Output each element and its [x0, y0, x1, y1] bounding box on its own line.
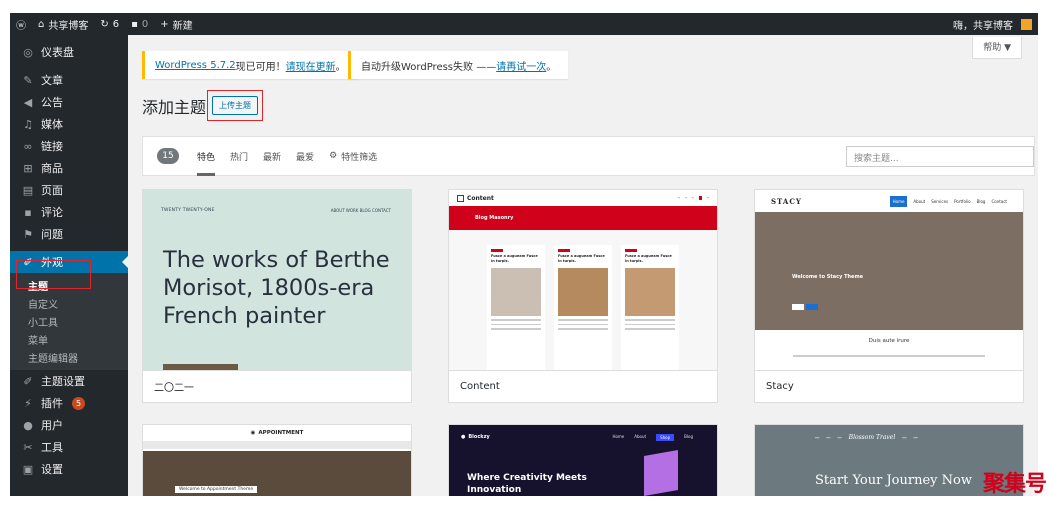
theme-name: Stacy: [755, 370, 1023, 402]
updates-icon: ↻: [100, 18, 109, 30]
sidebar-item-users[interactable]: ● 用户: [10, 414, 128, 436]
cart-icon: ⊞: [23, 161, 33, 175]
settings-icon: ▣: [22, 462, 34, 476]
comments-link[interactable]: ▪ 0: [125, 13, 154, 35]
admin-bar: ⓦ ⌂ 共享博客 ↻ 6 ▪ 0 + 新建 嗨，共享博客: [10, 13, 1038, 35]
blockzy-logo-icon: ●: [461, 434, 466, 440]
sidebar-item-posts[interactable]: ✎ 文章: [10, 69, 128, 91]
plugin-icon: ⚡: [24, 396, 32, 410]
submenu-theme-editor[interactable]: 主题编辑器: [10, 348, 128, 366]
tab-popular[interactable]: 热门: [230, 136, 248, 176]
pin-icon: ✎: [23, 73, 33, 87]
my-account-link[interactable]: 嗨，共享博客: [947, 13, 1038, 35]
help-button[interactable]: 帮助 ▼: [972, 37, 1022, 59]
updates-link[interactable]: ↻ 6: [94, 13, 125, 35]
tab-featured[interactable]: 特色: [197, 136, 216, 176]
autoupdate-failed-text: 自动升级WordPress失败 ——: [361, 61, 497, 73]
page-icon: ▤: [22, 183, 34, 197]
new-label: 新建: [172, 20, 193, 32]
comment-icon: ▪: [131, 18, 138, 30]
content-logo-icon: [457, 194, 464, 202]
theme-name: 二〇二一: [143, 370, 411, 402]
sidebar-item-dashboard[interactable]: ◎ 仪表盘: [10, 41, 128, 63]
theme-card-blockzy[interactable]: ● Blockzy Home About Shop Blog Where Crea…: [448, 424, 718, 496]
update-notice: WordPress 5.7.2 现已可用！ 请现在更新 。: [142, 51, 358, 79]
theme-card-content[interactable]: Content ━ ━ ━ ━━ ━ Blog Masonry Fusce a augue…: [448, 189, 718, 403]
comment-icon: ▪: [24, 205, 32, 219]
sidebar-item-comments[interactable]: ▪ 评论: [10, 201, 128, 223]
main-content: 帮助 ▼ WordPress 5.7.2 现已可用！ 请现在更新 。 自动升级W…: [128, 35, 1038, 496]
search-themes-input[interactable]: 搜索主题...: [846, 146, 1034, 167]
theme-screenshot: Content ━ ━ ━ ━━ ━ Blog Masonry Fusce a augue…: [449, 190, 717, 370]
megaphone-icon: ◀: [23, 95, 33, 109]
tab-favorites[interactable]: 最爱: [296, 136, 314, 176]
tab-latest[interactable]: 最新: [263, 136, 281, 176]
theme-card-appointment[interactable]: ◉ APPOINTMENT Welcome to Appointment Them…: [142, 424, 412, 496]
sidebar-item-settings[interactable]: ▣ 设置: [10, 458, 128, 480]
sidebar-item-links[interactable]: ∞ 链接: [10, 135, 128, 157]
comments-count: 0: [141, 18, 149, 30]
plus-icon: +: [160, 18, 169, 30]
dashboard-icon: ◎: [23, 45, 33, 59]
greeting: 嗨，共享博客: [953, 20, 1013, 32]
wrench-icon: ✂: [23, 440, 33, 454]
sidebar-item-tools[interactable]: ✂ 工具: [10, 436, 128, 458]
new-content-link[interactable]: + 新建: [154, 13, 198, 35]
submenu-customize[interactable]: 自定义: [10, 294, 128, 312]
sidebar-item-products[interactable]: ⊞ 商品: [10, 157, 128, 179]
plugin-update-badge: 5: [72, 396, 85, 410]
theme-name: Content: [449, 370, 717, 402]
avatar: [1021, 18, 1032, 30]
submenu-widgets[interactable]: 小工具: [10, 312, 128, 330]
wordpress-version-link[interactable]: WordPress 5.7.2: [155, 60, 236, 71]
sidebar-item-media[interactable]: ♫ 媒体: [10, 113, 128, 135]
appointment-logo-icon: ◉: [250, 430, 256, 436]
home-icon: ⌂: [38, 18, 45, 30]
theme-card-stacy[interactable]: STACY Home About Services Portfolio Blog…: [754, 189, 1024, 403]
theme-screenshot: TWENTY TWENTY-ONE ABOUT WORK BLOG CONTAC…: [143, 190, 411, 370]
update-now-link[interactable]: 请现在更新: [286, 58, 336, 73]
flag-icon: ⚑: [23, 227, 33, 241]
page-title: 添加主题: [142, 98, 207, 117]
tab-feature-filter[interactable]: ⚙ 特性筛选: [329, 136, 377, 176]
retry-link[interactable]: 请再试一次: [496, 58, 546, 73]
sidebar-item-theme-settings[interactable]: ✐ 主题设置: [10, 370, 128, 392]
theme-card-twentytwentyone[interactable]: TWENTY TWENTY-ONE ABOUT WORK BLOG CONTAC…: [142, 189, 412, 403]
admin-sidebar: ◎ 仪表盘 ✎ 文章 ◀ 公告 ♫ 媒体 ∞ 链接 ⊞ 商品 ▤ 页面 ▪ 评论 ⚑ 问题 ✐ 外观…: [10, 35, 128, 496]
watermark: 聚集号: [982, 472, 1047, 497]
media-icon: ♫: [23, 117, 33, 131]
site-name: 共享博客: [48, 20, 89, 32]
preview-headline: The works of Berthe Morisot, 1800s-era F…: [163, 247, 390, 329]
theme-count: 15: [157, 148, 179, 164]
sidebar-item-plugins[interactable]: ⚡ 插件 5: [10, 392, 128, 414]
brush-icon: ✐: [23, 374, 33, 388]
autoupdate-failed-notice: 自动升级WordPress失败 —— 请再试一次 。: [348, 51, 569, 79]
submenu-menus[interactable]: 菜单: [10, 330, 128, 348]
appearance-highlight: [16, 260, 91, 289]
wp-admin-window: ⓦ ⌂ 共享博客 ↻ 6 ▪ 0 + 新建 嗨，共享博客 ◎ 仪表盘 ✎ 文章 ◀ 公…: [10, 13, 1038, 496]
sidebar-item-announcements[interactable]: ◀ 公告: [10, 91, 128, 113]
wordpress-logo-icon[interactable]: ⓦ: [10, 13, 32, 35]
gear-icon: ⚙: [329, 151, 338, 161]
updates-count: 6: [112, 18, 120, 30]
update-available-text: 现已可用！: [235, 61, 286, 73]
sidebar-item-questions[interactable]: ⚑ 问题: [10, 223, 128, 245]
theme-filter-bar: 15 特色 热门 最新 最爱 ⚙ 特性筛选 搜索主题...: [142, 136, 1035, 176]
upload-highlight: [207, 90, 263, 121]
link-icon: ∞: [23, 139, 33, 153]
sidebar-item-pages[interactable]: ▤ 页面: [10, 179, 128, 201]
theme-screenshot: STACY Home About Services Portfolio Blog…: [755, 190, 1023, 370]
site-name-link[interactable]: ⌂ 共享博客: [32, 13, 94, 35]
user-icon: ●: [23, 418, 33, 432]
